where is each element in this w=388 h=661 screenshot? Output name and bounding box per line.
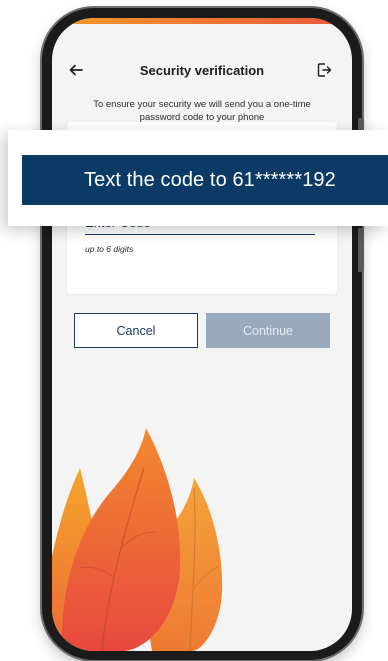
top-accent-strip (52, 18, 352, 24)
flame-illustration (52, 428, 223, 651)
page-title: Security verification (139, 63, 265, 78)
sms-banner: Text the code to 61******192 (22, 155, 388, 205)
continue-button[interactable]: Continue (206, 313, 330, 348)
phone-side-button (358, 228, 364, 272)
banner-text: Text the code to 61******192 (84, 168, 336, 191)
logout-icon[interactable] (316, 62, 334, 80)
arrow-left-icon[interactable] (68, 62, 88, 80)
cancel-button[interactable]: Cancel (74, 313, 198, 348)
code-hint: up to 6 digits (85, 244, 134, 254)
phone-screen: Security verification To ensure your sec… (52, 18, 352, 651)
stage: Security verification To ensure your sec… (0, 0, 388, 661)
info-text: To ensure your security we will send you… (93, 99, 311, 123)
